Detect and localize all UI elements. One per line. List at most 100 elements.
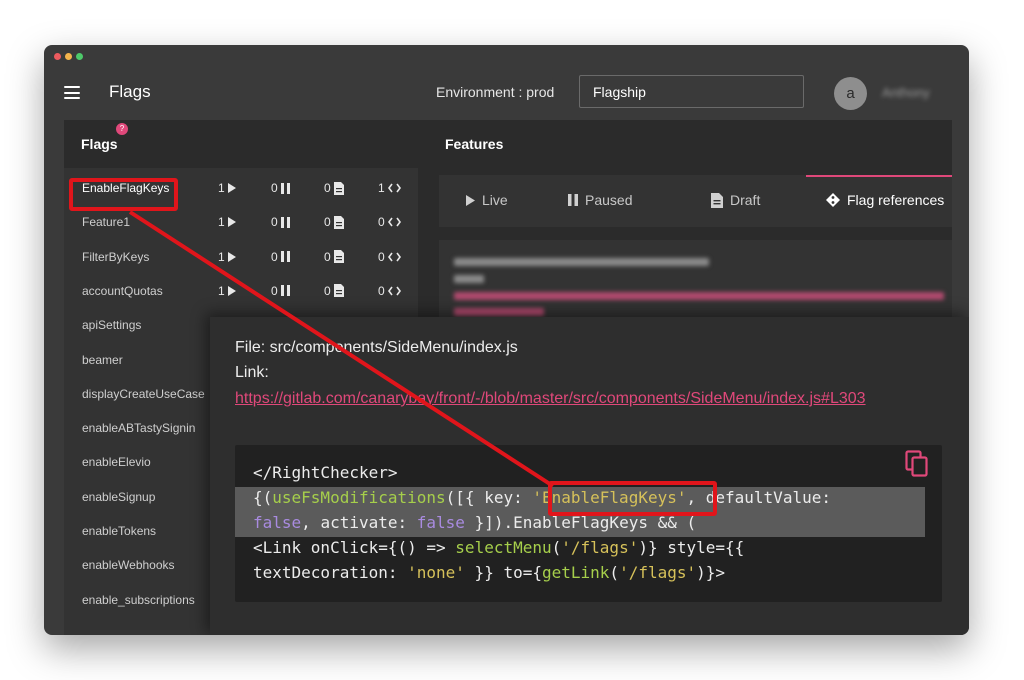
count-value: 0 bbox=[324, 215, 331, 230]
count-value: 0 bbox=[378, 283, 385, 298]
count-value: 1 bbox=[218, 181, 225, 195]
count-value: 1 bbox=[218, 215, 225, 230]
count-value: 0 bbox=[271, 215, 278, 230]
blurred-text bbox=[454, 258, 709, 266]
flag-count-live: 1 bbox=[218, 215, 236, 229]
project-select[interactable]: Flagship bbox=[579, 75, 804, 108]
code-line: </RightChecker> bbox=[253, 463, 398, 482]
flag-row[interactable]: Feature1 1 0 0 0 bbox=[64, 206, 418, 240]
flags-heading: Flags bbox=[81, 136, 118, 152]
flag-name: enableWebhooks bbox=[82, 558, 175, 573]
flag-count-draft: 0 bbox=[324, 284, 344, 298]
code-icon bbox=[387, 286, 401, 296]
help-badge[interactable]: ? bbox=[116, 123, 128, 135]
flag-name: displayCreateUseCase bbox=[82, 386, 205, 401]
flag-name: enableElevio bbox=[82, 455, 151, 470]
blurred-link bbox=[454, 308, 544, 316]
blurred-text bbox=[454, 275, 484, 283]
count-value: 0 bbox=[324, 283, 331, 298]
count-value: 0 bbox=[378, 215, 385, 230]
code-line: <Link onClick={() => selectMenu('/flags'… bbox=[253, 538, 745, 557]
tab-label: Live bbox=[482, 192, 508, 208]
count-value: 0 bbox=[324, 181, 331, 195]
play-icon bbox=[227, 285, 236, 296]
pause-icon bbox=[280, 216, 290, 228]
tab-draft[interactable]: Draft bbox=[711, 192, 760, 208]
flag-count-draft: 0 bbox=[324, 215, 344, 229]
count-value: 0 bbox=[271, 181, 278, 195]
play-icon bbox=[227, 183, 236, 193]
count-value: 1 bbox=[218, 249, 225, 264]
flag-name: enableTokens bbox=[82, 524, 157, 538]
avatar[interactable]: a bbox=[834, 77, 867, 110]
code-icon bbox=[387, 183, 401, 193]
feature-tabs: Live Paused Draft Flag references bbox=[439, 175, 952, 227]
tab-flag-references[interactable]: Flag references bbox=[826, 192, 944, 208]
document-icon bbox=[333, 250, 344, 264]
tab-label: Paused bbox=[585, 192, 633, 208]
flag-name: accountQuotas bbox=[82, 283, 163, 298]
code-icon bbox=[387, 252, 401, 262]
play-icon bbox=[227, 251, 236, 262]
flag-name: apiSettings bbox=[82, 318, 142, 333]
highlight-box-flag bbox=[69, 178, 178, 211]
pause-icon bbox=[280, 182, 290, 194]
flag-count-refs: 0 bbox=[378, 215, 401, 229]
git-diamond-icon bbox=[826, 193, 840, 207]
flag-name: enable_subscriptions bbox=[82, 592, 195, 607]
play-icon bbox=[466, 194, 475, 206]
flag-row[interactable]: FilterByKeys 1 0 0 0 bbox=[64, 241, 418, 275]
code-line: textDecoration: 'none' }} to={getLink('/… bbox=[253, 563, 726, 582]
flag-count-draft: 0 bbox=[324, 181, 344, 195]
user-name[interactable]: Anthony bbox=[882, 85, 930, 100]
flag-count-paused: 0 bbox=[271, 250, 290, 264]
flag-count-paused: 0 bbox=[271, 181, 290, 195]
code-snippet: </RightChecker> {(useFsModifications([{ … bbox=[235, 445, 942, 602]
top-bar: Flags Environment : prod Flagship a Anth… bbox=[44, 45, 969, 120]
code-icon bbox=[387, 217, 401, 227]
flag-count-refs: 1 bbox=[378, 181, 401, 195]
flag-name: FilterByKeys bbox=[82, 249, 150, 264]
flag-count-live: 1 bbox=[218, 284, 236, 298]
flag-count-refs: 0 bbox=[378, 250, 401, 264]
pause-icon bbox=[280, 285, 290, 297]
features-heading: Features bbox=[445, 136, 504, 152]
copy-icon[interactable] bbox=[905, 450, 929, 477]
app-window: Flags Environment : prod Flagship a Anth… bbox=[44, 45, 969, 635]
app-title: Flags bbox=[109, 82, 151, 101]
flag-count-live: 1 bbox=[218, 181, 236, 195]
flag-row[interactable]: accountQuotas 1 0 0 0 bbox=[64, 275, 418, 309]
flag-name: Feature1 bbox=[82, 215, 131, 230]
count-value: 1 bbox=[378, 181, 385, 195]
tab-label: Flag references bbox=[847, 192, 945, 208]
pause-icon bbox=[568, 194, 578, 206]
tab-live[interactable]: Live bbox=[466, 192, 508, 208]
document-icon bbox=[333, 215, 344, 229]
flag-count-refs: 0 bbox=[378, 284, 401, 298]
flag-name: enableABTastySignin bbox=[82, 421, 196, 436]
count-value: 0 bbox=[324, 249, 331, 264]
count-value: 0 bbox=[378, 249, 385, 264]
flag-reference-detail: File: src/components/SideMenu/index.js L… bbox=[210, 317, 969, 635]
play-icon bbox=[227, 217, 236, 228]
document-icon bbox=[711, 192, 723, 208]
flag-name: enableSignup bbox=[82, 489, 156, 504]
flag-count-paused: 0 bbox=[271, 284, 290, 298]
source-link[interactable]: https://gitlab.com/canarybay/front/-/blo… bbox=[235, 387, 950, 411]
file-path: File: src/components/SideMenu/index.js bbox=[235, 339, 518, 356]
flag-count-draft: 0 bbox=[324, 250, 344, 264]
menu-icon[interactable] bbox=[64, 86, 80, 99]
count-value: 0 bbox=[271, 249, 278, 264]
count-value: 0 bbox=[271, 283, 278, 298]
environment-label: Environment : prod bbox=[436, 84, 555, 100]
document-icon bbox=[333, 284, 344, 298]
document-icon bbox=[333, 181, 344, 195]
tab-paused[interactable]: Paused bbox=[568, 192, 632, 208]
blurred-link bbox=[454, 292, 944, 300]
pause-icon bbox=[280, 251, 290, 263]
highlight-box-code-key bbox=[548, 481, 717, 516]
flag-count-live: 1 bbox=[218, 250, 236, 264]
active-tab-indicator bbox=[806, 175, 952, 177]
tab-label: Draft bbox=[730, 192, 761, 208]
count-value: 1 bbox=[218, 283, 225, 298]
